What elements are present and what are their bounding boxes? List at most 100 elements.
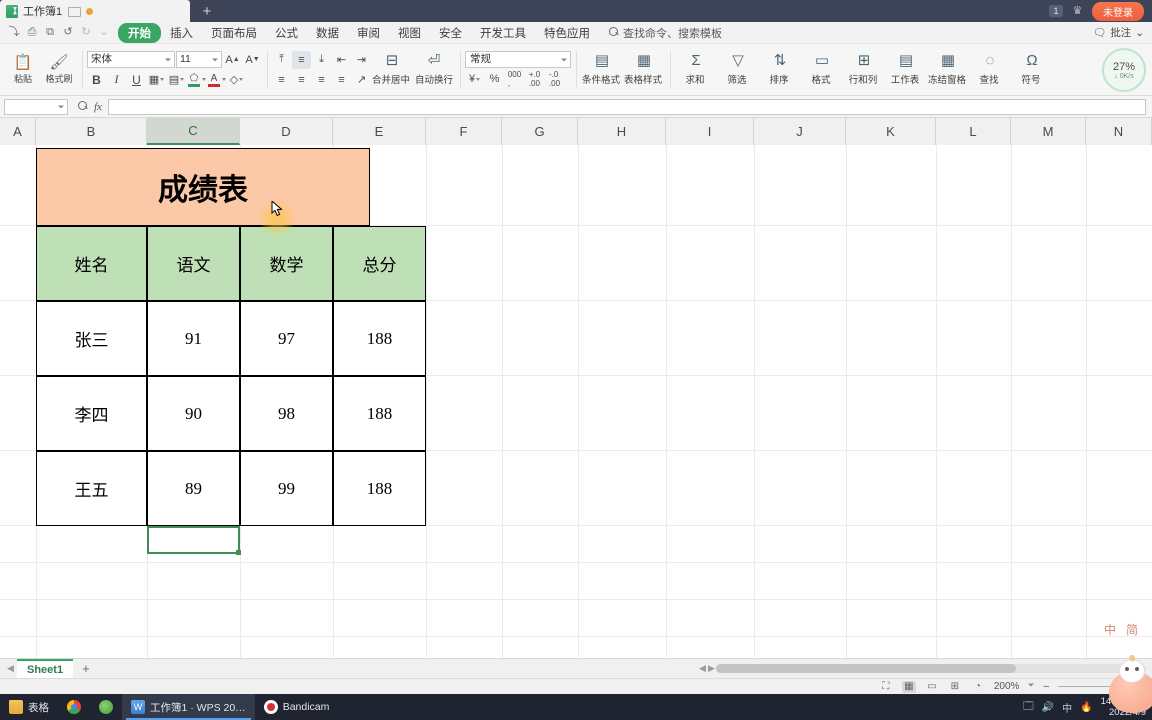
rows-columns-button[interactable]: ⊞ 行和列 [843,46,885,94]
increase-font-size-button[interactable]: A ▲ [223,51,242,69]
taskbar-item-browser[interactable] [90,694,122,720]
page-break-view-icon[interactable]: ⊞ [948,681,962,693]
decrease-indent-button[interactable]: ⇤ [332,51,351,69]
increase-indent-button[interactable]: ⇥ [352,51,371,69]
cell-shading-button[interactable]: ⬠ [187,71,206,89]
fullscreen-view-icon[interactable]: ⛶ [879,681,893,693]
table-row[interactable]: 98 [240,376,333,451]
tab-view[interactable]: 视图 [389,23,430,43]
table-row[interactable]: 188 [333,301,426,376]
sort-button[interactable]: ⇅ 排序 [759,46,801,94]
horizontal-scrollbar-thumb[interactable] [716,664,1016,673]
active-cell-selection[interactable] [147,526,241,555]
grid-cells-area[interactable]: 成绩表 姓名 语文 数学 总分 张三 91 97 188 李四 90 98 18… [0,145,1152,658]
table-row[interactable]: 97 [240,301,333,376]
normal-view-icon[interactable]: ▦ [901,680,916,693]
column-header-k[interactable]: K [846,118,936,145]
customize-qat-icon[interactable]: ⌄ [96,25,112,41]
table-row[interactable]: 99 [240,451,333,526]
function-icon[interactable]: fx [94,101,102,113]
align-right-button[interactable]: ≡ [312,71,331,89]
table-row[interactable]: 188 [333,376,426,451]
column-header-m[interactable]: M [1011,118,1086,145]
column-header-e[interactable]: E [333,118,426,145]
freeze-panes-button[interactable]: ▦ 冻结窗格 [927,46,969,94]
document-tab[interactable]: 工作簿1 [0,0,190,22]
column-header-b[interactable]: B [36,118,147,145]
desktop-mascot-icon[interactable] [1105,654,1152,713]
eye-protection-icon[interactable]: ◔ [971,681,985,693]
vip-crown-icon[interactable]: ♛ [1071,5,1084,18]
ribbon-comment-button[interactable]: 🗨 批注 ⌄ [1093,25,1152,40]
horizontal-scrollbar[interactable] [716,664,1146,673]
paste-button[interactable]: 📋 粘贴 [5,46,41,94]
percent-format-button[interactable]: % [485,70,504,88]
redo-icon[interactable]: ↻ [78,25,94,41]
column-header-l[interactable]: L [936,118,1011,145]
notification-badge[interactable]: 1 [1049,5,1063,17]
filter-button[interactable]: ▽ 筛选 [717,46,759,94]
zoom-out-button[interactable]: – [1043,681,1049,692]
command-search[interactable]: 查找命令、搜索模板 [609,25,722,41]
sheet-nav-left-icon[interactable]: ◀ [6,663,15,674]
table-row[interactable]: 188 [333,451,426,526]
increase-decimal-button[interactable]: +.0.00 [525,70,544,88]
scroll-left-icon[interactable]: ◀ [698,663,707,674]
table-styles-button[interactable]: ▦ 表格样式 [623,46,665,94]
ime-language-indicator[interactable]: 中 简 [1104,621,1140,638]
tab-data[interactable]: 数据 [307,23,348,43]
number-format-select[interactable]: 常规 [465,51,571,68]
header-cell-name[interactable]: 姓名 [36,226,147,301]
name-box[interactable] [4,98,68,115]
header-cell-total[interactable]: 总分 [333,226,426,301]
justify-button[interactable]: ≡ [332,71,351,89]
download-progress-indicator[interactable]: 27% ↓ 0K/s [1102,48,1146,92]
print-preview-icon[interactable]: ⧉ [42,25,58,41]
column-header-i[interactable]: I [666,118,754,145]
ime-mode-chinese[interactable]: 中 [1104,621,1118,638]
align-bottom-button[interactable]: ⤓ [312,51,331,69]
column-header-j[interactable]: J [754,118,846,145]
align-top-button[interactable]: ⤒ [272,51,291,69]
italic-button[interactable]: I [107,71,126,89]
decrease-decimal-button[interactable]: -.0.00 [545,70,564,88]
tab-formula[interactable]: 公式 [266,23,307,43]
font-size-input[interactable]: 11 [176,51,222,68]
login-button[interactable]: 未登录 [1092,1,1144,21]
align-center-button[interactable]: ≡ [292,71,311,89]
add-sheet-button[interactable]: + [75,661,97,676]
horizontal-scroll-area[interactable]: ◀ ▶ [698,659,1152,679]
insert-function-search-icon[interactable] [78,101,89,112]
column-header-a[interactable]: A [0,118,36,145]
orientation-button[interactable]: ↗ [352,71,371,89]
table-row[interactable]: 90 [147,376,240,451]
find-button[interactable]: ◌ 查找 [969,46,1011,94]
highlight-button[interactable]: ◇ [227,71,246,89]
conditional-formatting-button[interactable]: ▤ 条件格式 [581,46,623,94]
autosum-button[interactable]: Σ 求和 [675,46,717,94]
tab-security[interactable]: 安全 [430,23,471,43]
align-left-button[interactable]: ≡ [272,71,291,89]
formula-input[interactable] [107,98,1146,115]
format-button[interactable]: ▭ 格式 [801,46,843,94]
underline-button[interactable]: U [127,71,146,89]
table-row[interactable]: 91 [147,301,240,376]
wrap-text-button[interactable]: ⏎ 自动换行 [413,46,455,94]
table-row[interactable]: 张三 [36,301,147,376]
column-header-f[interactable]: F [426,118,502,145]
comma-format-button[interactable]: 000, [505,70,524,88]
tray-display-icon[interactable]: 🗔 [1023,699,1034,716]
new-tab-button[interactable]: + [190,0,224,22]
tab-insert[interactable]: 插入 [161,23,202,43]
font-name-input[interactable]: 宋体 [87,51,175,68]
tab-featured-apps[interactable]: 特色应用 [535,23,599,43]
taskbar-item-bandicam[interactable]: Bandicam [255,694,339,720]
taskbar-item-chrome[interactable] [58,694,90,720]
page-layout-view-icon[interactable]: ▭ [925,681,939,693]
tab-review[interactable]: 审阅 [348,23,389,43]
tray-volume-icon[interactable]: 🔊 [1042,702,1054,713]
header-cell-math[interactable]: 数学 [240,226,333,301]
fill-color-button[interactable]: ▤ [167,71,186,89]
print-icon[interactable]: ⎙ [24,25,40,41]
column-header-d[interactable]: D [240,118,333,145]
